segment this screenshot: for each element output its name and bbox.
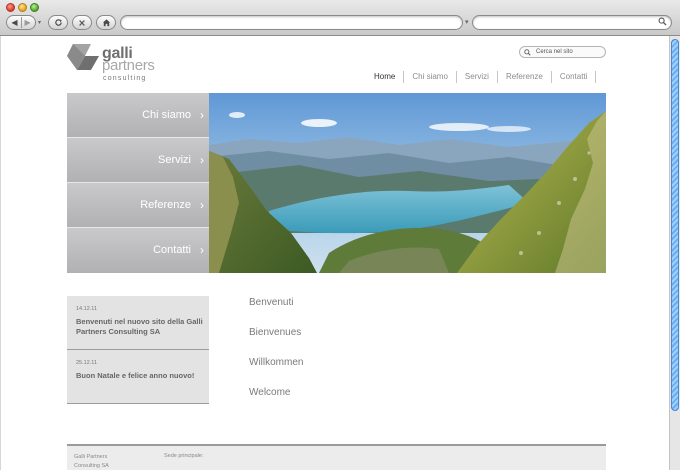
news-item[interactable]: 25.12.11 Buon Natale e felice anno nuovo… [67,350,209,404]
sidenav-item-contatti[interactable]: Contatti › [67,228,209,273]
logo-cube-icon [67,44,99,70]
sidenav-item-referenze[interactable]: Referenze › [67,183,209,228]
browser-search-field[interactable] [472,15,672,30]
chevron-right-icon: › [200,198,204,212]
browser-toolbar: ◀ ▶ ▾ ▾ [0,0,680,36]
footer-company-name: Galli Partners Consulting SA [74,454,109,469]
welcome-italian: Benvenuti [249,297,294,308]
welcome-english: Welcome [249,387,291,398]
news-title: Benvenuti nel nuovo sito della Galli Par… [76,317,203,336]
chevron-right-icon: › [200,243,204,257]
site-footer: Galli Partners Consulting SA Sede princi… [67,444,606,470]
sidenav-label: Contatti [153,244,191,256]
welcome-list: Benvenuti Bienvenues Willkommen Welcome [249,296,303,416]
menu-item-referenze[interactable]: Referenze [498,71,552,83]
reload-button[interactable] [48,15,68,30]
chevron-right-icon: › [200,108,204,122]
sidenav-label: Chi siamo [142,109,191,121]
page-viewport: galli partners consulting Cerca nel sito… [1,36,669,470]
menu-item-chi-siamo[interactable]: Chi siamo [404,71,457,83]
hero-landscape-image [209,93,606,273]
vertical-scrollbar[interactable] [669,36,680,470]
scrollbar-thumb[interactable] [671,39,679,411]
sidenav-label: Servizi [157,154,191,166]
home-button[interactable] [96,15,116,30]
logo-word-consulting: consulting [103,75,147,82]
home-icon [102,19,110,27]
footer-sede-label: Sede principale: [164,453,204,459]
search-icon [658,17,667,26]
address-dropdown-icon[interactable]: ▾ [465,18,469,26]
site-search-placeholder: Cerca nel sito [536,49,573,55]
stop-icon [79,19,85,26]
welcome-french: Bienvenues [249,327,302,338]
main-menu: Home Chi siamo Servizi Referenze Contatt… [366,71,597,83]
forward-icon[interactable]: ▶ [25,18,31,27]
stop-button[interactable] [72,15,92,30]
sidenav-item-chi-siamo[interactable]: Chi siamo › [67,93,209,138]
menu-item-servizi[interactable]: Servizi [457,71,498,83]
logo-word-partners: partners [102,57,155,74]
news-date: 14.12.11 [76,306,98,312]
news-title: Buon Natale e felice anno nuovo! [76,371,195,380]
news-item[interactable]: 14.12.11 Benvenuti nel nuovo sito della … [67,296,209,350]
welcome-german: Willkommen [249,357,304,368]
back-forward-control: ◀ ▶ [6,15,36,30]
sidenav-label: Referenze [140,199,191,211]
news-box: 14.12.11 Benvenuti nel nuovo sito della … [67,296,209,404]
news-date: 25.12.11 [76,360,98,366]
side-navigation: Chi siamo › Servizi › Referenze › Contat… [67,93,209,273]
window-zoom-button[interactable] [30,3,39,12]
history-dropdown-icon[interactable]: ▾ [38,19,41,26]
sidenav-item-servizi[interactable]: Servizi › [67,138,209,183]
window-close-button[interactable] [6,3,15,12]
menu-item-contatti[interactable]: Contatti [552,71,597,83]
menu-item-home[interactable]: Home [366,71,405,83]
site-search-input[interactable]: Cerca nel sito [519,46,606,58]
site-search-icon [524,49,531,56]
chevron-right-icon: › [200,153,204,167]
window-minimize-button[interactable] [18,3,27,12]
site-logo[interactable]: galli partners consulting [67,42,167,82]
address-bar[interactable] [120,15,463,30]
back-icon[interactable]: ◀ [11,18,17,27]
reload-icon [54,19,62,26]
